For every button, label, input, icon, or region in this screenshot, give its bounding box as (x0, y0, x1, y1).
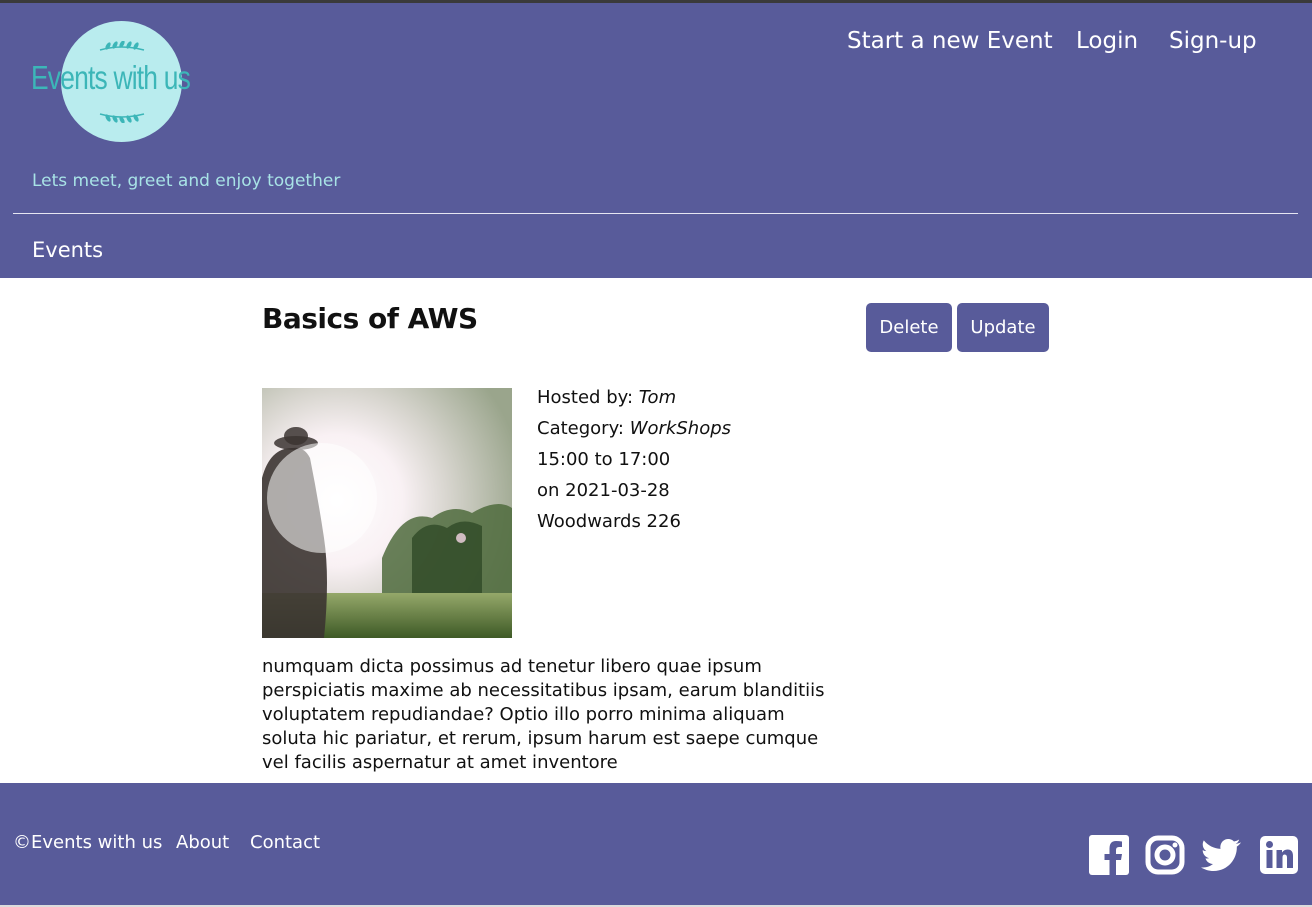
nav-login-link[interactable]: Login (1076, 28, 1138, 54)
category-label: Category: (537, 418, 624, 439)
footer-contact-link[interactable]: Contact (250, 832, 320, 853)
nav-start-event-link[interactable]: Start a new Event (847, 28, 1053, 54)
site-tagline: Lets meet, greet and enjoy together (32, 171, 341, 191)
delete-button[interactable]: Delete (866, 303, 952, 352)
facebook-icon[interactable] (1089, 835, 1129, 875)
event-description: numquam dicta possimus ad tenetur libero… (262, 656, 825, 773)
category-name: WorkShops (629, 418, 732, 439)
laurel-top-icon (99, 41, 145, 51)
event-title: Basics of AWS (262, 302, 478, 335)
event-time: 15:00 to 17:00 (537, 449, 671, 470)
linkedin-icon[interactable] (1259, 835, 1299, 875)
logo-text: Events with us (31, 59, 191, 96)
instagram-icon[interactable] (1145, 835, 1185, 875)
host-name: Tom (638, 387, 677, 408)
event-location: Woodwards 226 (537, 511, 681, 532)
event-host: Hosted by: Tom (537, 387, 676, 408)
event-image (262, 388, 512, 638)
header-divider (13, 213, 1298, 214)
event-date: on 2021-03-28 (537, 480, 670, 501)
footer-copyright: ©Events with us (13, 832, 163, 853)
twitter-icon[interactable] (1201, 835, 1241, 875)
update-button[interactable]: Update (957, 303, 1049, 352)
event-category: Category: WorkShops (537, 418, 731, 439)
host-label: Hosted by: (537, 387, 634, 408)
footer-about-link[interactable]: About (176, 832, 229, 853)
laurel-bottom-icon (99, 113, 145, 123)
nav-events-link[interactable]: Events (32, 238, 103, 262)
site-header: Events with us Lets meet, greet and enjo… (0, 3, 1312, 278)
nav-signup-link[interactable]: Sign-up (1169, 28, 1257, 54)
site-logo[interactable]: Events with us (30, 21, 230, 143)
